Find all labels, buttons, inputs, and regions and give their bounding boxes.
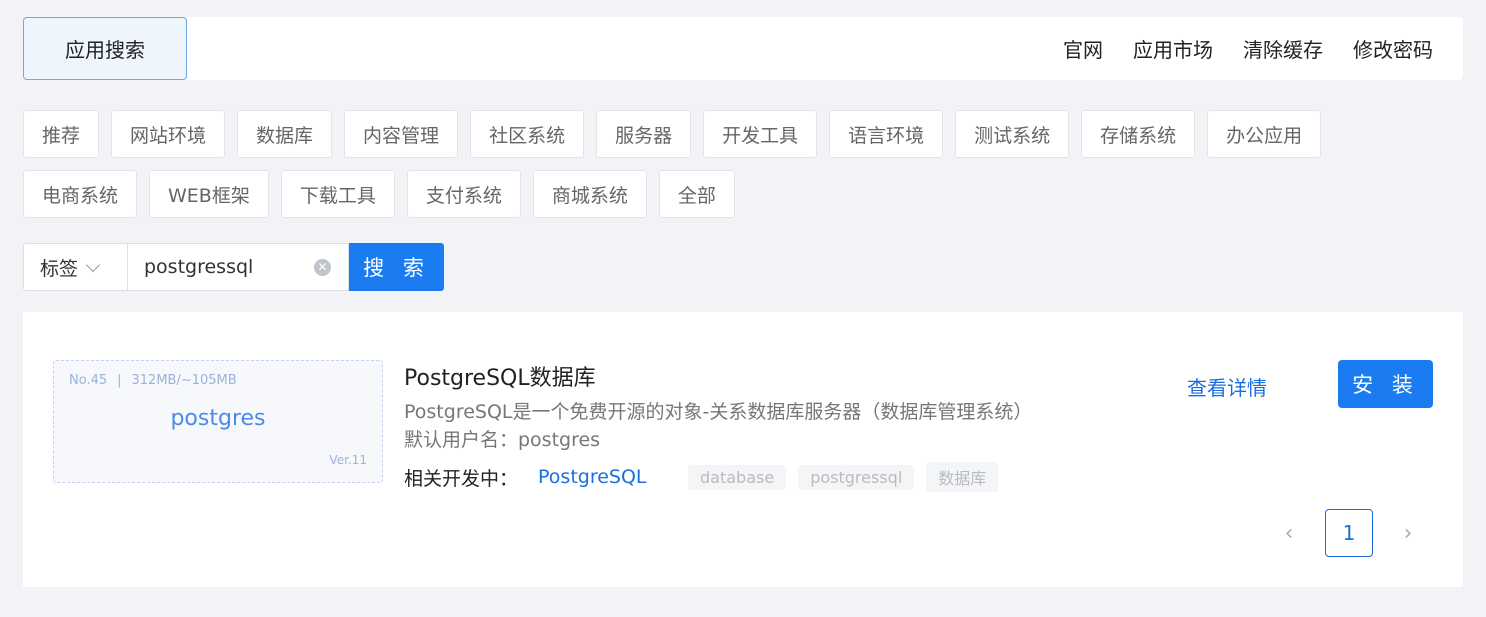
install-button[interactable]: 安 装: [1338, 360, 1433, 408]
category-dev-tools[interactable]: 开发工具: [703, 110, 818, 158]
chevron-left-icon[interactable]: ‹: [1278, 509, 1300, 557]
category-web-framework[interactable]: WEB框架: [149, 170, 269, 218]
category-community[interactable]: 社区系统: [470, 110, 585, 158]
clear-icon[interactable]: ✕: [314, 259, 331, 276]
app-number: No.45: [69, 373, 108, 388]
app-card-name: postgres: [170, 406, 266, 431]
divider: |: [117, 373, 122, 388]
app-description-block: PostgreSQL是一个免费开源的对象-关系数据库服务器（数据库管理系统） 默…: [404, 398, 1032, 454]
tag-database[interactable]: database: [688, 464, 787, 490]
app-title: PostgreSQL数据库: [404, 366, 596, 391]
category-office[interactable]: 办公应用: [1207, 110, 1322, 158]
nav-clear-cache[interactable]: 清除缓存: [1243, 34, 1323, 63]
app-related-dev: 相关开发中： PostgreSQL database postgressql 数…: [404, 462, 1010, 492]
category-storage[interactable]: 存储系统: [1081, 110, 1196, 158]
search-input[interactable]: [128, 244, 314, 290]
category-row: 推荐 网站环境 数据库 内容管理 社区系统 服务器 开发工具 语言环境 测试系统…: [23, 110, 1463, 158]
category-row: 电商系统 WEB框架 下载工具 支付系统 商城系统 全部: [23, 170, 1463, 218]
tab-app-search-label: 应用搜索: [65, 38, 145, 62]
category-web-env[interactable]: 网站环境: [111, 110, 226, 158]
search-button[interactable]: 搜 索: [349, 243, 444, 291]
app-card[interactable]: No.45 | 312MB/~105MB postgres Ver.11: [53, 360, 383, 483]
category-testing[interactable]: 测试系统: [955, 110, 1070, 158]
pagination: ‹ 1 ›: [1278, 509, 1419, 557]
app-size: 312MB/~105MB: [131, 373, 237, 388]
nav-app-market[interactable]: 应用市场: [1133, 34, 1213, 63]
related-dev-link[interactable]: PostgreSQL: [538, 466, 688, 488]
search-input-wrapper: ✕: [127, 243, 349, 291]
related-dev-label: 相关开发中：: [404, 467, 519, 490]
category-database[interactable]: 数据库: [237, 110, 333, 158]
nav-official-site[interactable]: 官网: [1063, 34, 1103, 63]
tag-shujuku[interactable]: 数据库: [926, 462, 999, 492]
category-cms[interactable]: 内容管理: [344, 110, 459, 158]
chevron-right-icon[interactable]: ›: [1397, 509, 1419, 557]
chevron-down-icon: [85, 257, 101, 272]
category-download-tools[interactable]: 下载工具: [280, 170, 395, 218]
top-nav: 官网 应用市场 清除缓存 修改密码: [1063, 17, 1433, 80]
category-recommended[interactable]: 推荐: [23, 110, 100, 158]
category-server[interactable]: 服务器: [596, 110, 692, 158]
tab-app-search[interactable]: 应用搜索: [23, 17, 187, 80]
view-details-link[interactable]: 查看详情: [1187, 372, 1267, 401]
top-bar: 应用搜索 官网 应用市场 清除缓存 修改密码: [23, 17, 1463, 80]
page-number-current[interactable]: 1: [1325, 509, 1373, 557]
search-bar: 标签 ✕ 搜 索: [23, 243, 444, 291]
category-filters: 推荐 网站环境 数据库 内容管理 社区系统 服务器 开发工具 语言环境 测试系统…: [23, 110, 1463, 230]
app-description: PostgreSQL是一个免费开源的对象-关系数据库服务器（数据库管理系统）: [404, 401, 1033, 423]
app-default-user: 默认用户名：postgres: [404, 429, 601, 451]
category-language-env[interactable]: 语言环境: [829, 110, 944, 158]
nav-change-password[interactable]: 修改密码: [1353, 34, 1433, 63]
category-mall[interactable]: 商城系统: [532, 170, 647, 218]
search-type-select[interactable]: 标签: [23, 243, 127, 291]
app-version: Ver.11: [329, 453, 367, 467]
results-panel: No.45 | 312MB/~105MB postgres Ver.11 Postg…: [23, 312, 1463, 587]
app-card-meta: No.45 | 312MB/~105MB: [69, 373, 237, 388]
category-ecommerce[interactable]: 电商系统: [23, 170, 138, 218]
search-type-label: 标签: [40, 257, 79, 280]
category-all[interactable]: 全部: [658, 170, 735, 218]
category-payment[interactable]: 支付系统: [406, 170, 521, 218]
tag-postgressql[interactable]: postgressql: [798, 464, 915, 490]
